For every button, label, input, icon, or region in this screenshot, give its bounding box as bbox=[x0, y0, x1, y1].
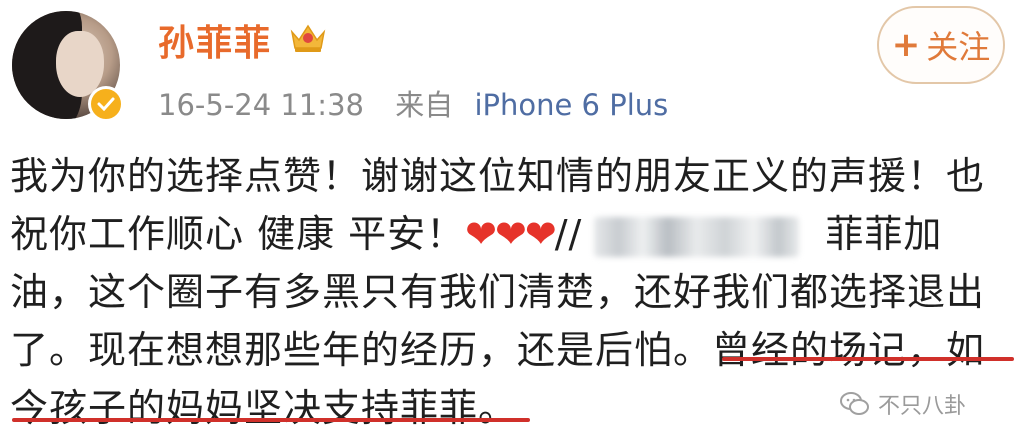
source-prefix: 来自 bbox=[395, 88, 454, 122]
crown-icon bbox=[290, 24, 326, 52]
watermark-label: 不只八卦 bbox=[878, 394, 967, 419]
post-timestamp: 16-5-24 11:38 bbox=[158, 88, 364, 122]
post-text-segment: 菲菲加 bbox=[825, 212, 943, 256]
follow-label: 关注 bbox=[926, 28, 991, 66]
username[interactable]: 孙菲菲 bbox=[158, 14, 272, 66]
post-text-segment: 祝你工作顺心 健康 平安！ bbox=[10, 212, 466, 256]
wechat-icon bbox=[840, 392, 869, 415]
plus-icon: + bbox=[891, 25, 921, 65]
post-text-line: 祝你工作顺心 健康 平安！❤❤❤// 菲菲加 bbox=[10, 206, 1010, 264]
follow-button[interactable]: + 关注 bbox=[877, 6, 1005, 84]
repost-slashes: // bbox=[554, 212, 583, 256]
highlight-underline bbox=[722, 357, 1014, 361]
watermark: 不只八卦 bbox=[840, 388, 966, 420]
blurred-username bbox=[594, 216, 800, 257]
heart-icon: ❤❤❤ bbox=[465, 212, 557, 256]
post-text-line: 油，这个圈子有多黑只有我们清楚，还好我们都选择退出 bbox=[10, 270, 986, 314]
device-link[interactable]: iPhone 6 Plus bbox=[474, 88, 668, 122]
verified-badge-icon bbox=[88, 86, 124, 122]
post-meta: 16-5-24 11:38 来自 iPhone 6 Plus bbox=[158, 82, 668, 124]
post-text-line: 我为你的选择点赞！谢谢这位知情的朋友正义的声援！也 bbox=[10, 154, 986, 198]
post-text-line: 了。现在想想那些年的经历，还是后怕。曾经的场记，如 bbox=[10, 328, 986, 372]
highlight-underline bbox=[12, 418, 530, 422]
